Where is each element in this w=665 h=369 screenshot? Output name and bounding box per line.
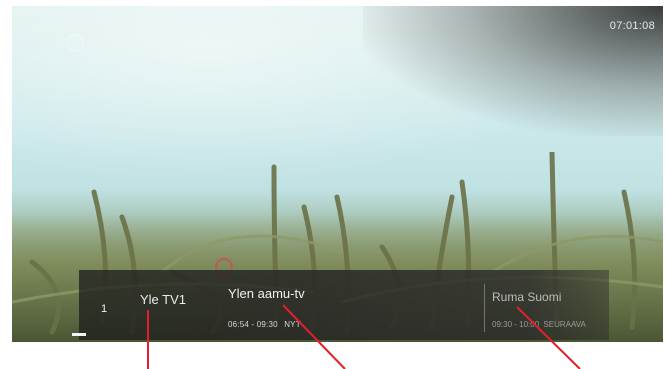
- tv-screenshot: 07:01:08 1 Yle TV1 Ylen aamu-tv 06:54 - …: [0, 0, 665, 369]
- annotation-line-now: [282, 304, 346, 369]
- annotation-lines: [147, 304, 581, 369]
- annotation-line-next: [516, 306, 581, 369]
